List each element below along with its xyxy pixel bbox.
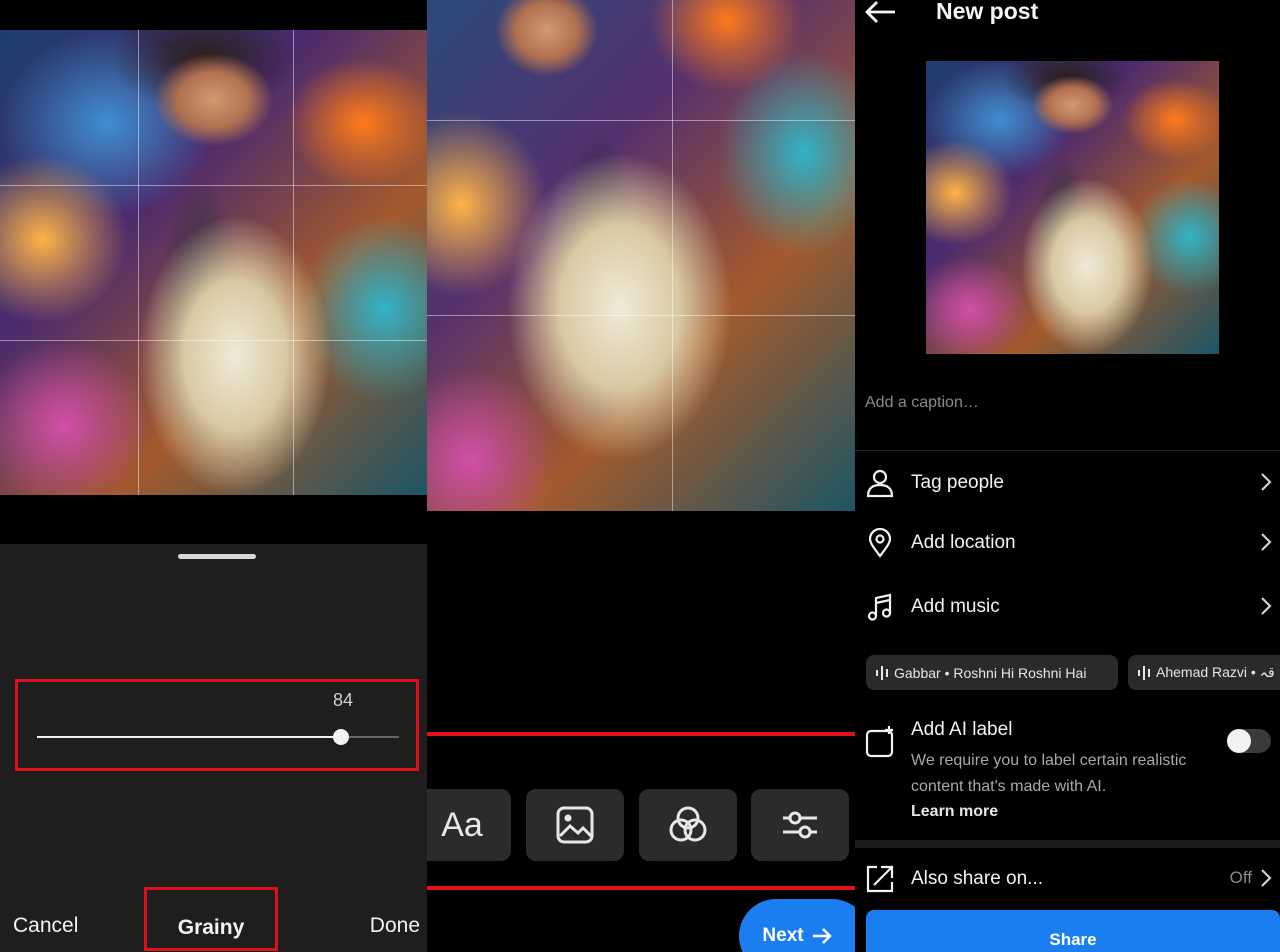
photo-preview [427, 0, 855, 511]
slider-highlight: 84 [15, 679, 419, 771]
chevron-right-icon [1260, 868, 1272, 888]
page-title: New post [936, 0, 1038, 25]
add-music-label: Add music [911, 596, 1000, 618]
music-suggestion-label: Ahemad Razvi • قہ [1156, 664, 1275, 681]
back-arrow-icon[interactable] [865, 0, 897, 24]
location-pin-icon [865, 528, 895, 558]
overlapping-circles-icon [668, 805, 708, 845]
next-button[interactable]: Next [739, 899, 855, 952]
add-location-row[interactable]: Add location [855, 522, 1280, 562]
text-tool-label: Aa [441, 806, 483, 845]
post-thumbnail[interactable] [926, 61, 1219, 354]
done-button[interactable]: Done [370, 914, 420, 938]
sheet-drag-handle[interactable] [178, 554, 256, 559]
music-note-icon [865, 592, 895, 622]
filters-tool-button[interactable] [639, 789, 737, 861]
tag-people-row[interactable]: Tag people [855, 462, 1280, 502]
add-music-row[interactable]: Add music [855, 586, 1280, 626]
ai-label-title: Add AI label [911, 719, 1012, 741]
share-button[interactable]: Share [866, 910, 1280, 952]
text-tool-button[interactable]: Aa [427, 789, 511, 861]
music-suggestion-chip[interactable]: Gabbar • Roshni Hi Roshni Hai [866, 655, 1118, 690]
crop-grid-line [138, 30, 139, 495]
chevron-right-icon [1260, 596, 1272, 616]
music-suggestion-label: Gabbar • Roshni Hi Roshni Hai [894, 665, 1086, 681]
image-icon [556, 806, 594, 844]
cancel-button[interactable]: Cancel [13, 914, 78, 938]
arrow-right-icon [812, 928, 832, 944]
edit-tools-panel: Aa Next [427, 0, 855, 952]
slider-fill [37, 736, 341, 738]
next-label: Next [762, 925, 803, 947]
share-out-icon [865, 864, 895, 894]
image-tool-button[interactable] [526, 789, 624, 861]
audio-wave-icon [1138, 666, 1150, 680]
highlight-line-bottom [427, 886, 855, 890]
tag-people-label: Tag people [911, 472, 1004, 494]
crop-grid-line [672, 0, 673, 511]
caption-input[interactable]: Add a caption… [865, 394, 979, 412]
also-share-label: Also share on... [911, 868, 1043, 890]
crop-grid-line [0, 340, 427, 341]
ai-label-icon [865, 726, 895, 758]
music-suggestion-chip[interactable]: Ahemad Razvi • قہ [1128, 655, 1280, 690]
add-location-label: Add location [911, 532, 1016, 554]
crop-grid-line [427, 120, 855, 121]
learn-more-link[interactable]: Learn more [911, 803, 998, 821]
filter-editor-panel: 84 Cancel Grainy Done [0, 0, 427, 952]
crop-grid-line [0, 185, 427, 186]
also-share-status: Off [1230, 868, 1252, 888]
adjustment-sheet: 84 Cancel Grainy Done [0, 544, 427, 952]
filter-highlight: Grainy [144, 887, 278, 951]
chevron-right-icon [1260, 472, 1272, 492]
strength-slider[interactable] [37, 736, 399, 738]
sliders-icon [780, 805, 820, 845]
adjust-tool-button[interactable] [751, 789, 849, 861]
toggle-knob [1227, 729, 1251, 753]
slider-value: 84 [328, 690, 358, 711]
slider-thumb[interactable] [333, 729, 349, 745]
chevron-right-icon [1260, 532, 1272, 552]
person-icon [865, 468, 895, 498]
ai-label-description: We require you to label certain realisti… [911, 748, 1211, 800]
filter-name[interactable]: Grainy [147, 916, 275, 940]
divider [855, 450, 1280, 451]
ai-label-toggle[interactable] [1227, 729, 1271, 753]
audio-wave-icon [876, 666, 888, 680]
new-post-panel: New post Add a caption… Tag people Add l… [855, 0, 1280, 952]
photo-preview [0, 30, 427, 495]
also-share-row[interactable]: Also share on... [855, 858, 1280, 898]
highlight-line-top [427, 732, 855, 736]
section-divider [855, 840, 1280, 848]
crop-grid-line [427, 315, 855, 316]
crop-grid-line [293, 30, 294, 495]
